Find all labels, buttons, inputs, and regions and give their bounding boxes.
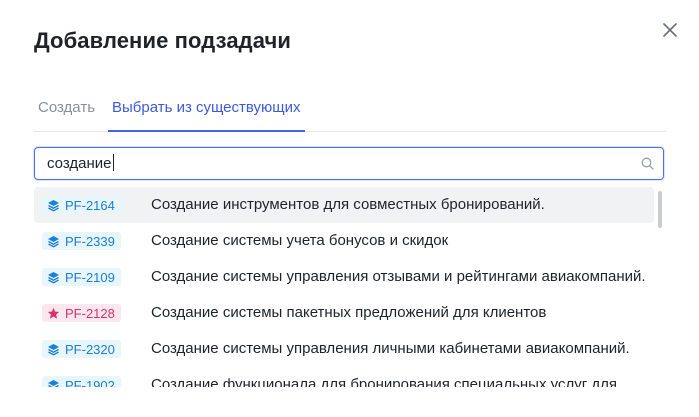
issue-key-badge: PF-2320 (42, 340, 121, 358)
dialog-title: Добавление подзадачи (34, 28, 292, 53)
issue-title: Создание системы учета бонусов и скидок (151, 232, 449, 249)
result-row[interactable]: PF-1902 Создание функционала для брониро… (34, 367, 654, 387)
layers-icon (48, 343, 59, 355)
issue-key-badge: PF-1902 (42, 376, 121, 387)
issue-key-badge: PF-2164 (42, 196, 121, 214)
close-icon (663, 23, 677, 37)
issue-key: PF-2128 (65, 305, 115, 321)
issue-key: PF-2164 (65, 197, 115, 213)
add-subtask-dialog: Добавление подзадачи Создать Выбрать из … (0, 0, 699, 417)
issue-key: PF-2339 (65, 233, 115, 249)
issue-key: PF-2109 (65, 269, 115, 285)
result-row[interactable]: PF-2164 Создание инструментов для совмес… (34, 187, 654, 223)
close-button[interactable] (660, 20, 680, 40)
result-row[interactable]: PF-2320 Создание системы управления личн… (34, 331, 654, 367)
issue-key: PF-1902 (65, 377, 115, 388)
results-scrollbar[interactable] (658, 191, 662, 228)
tab-create[interactable]: Создать (34, 88, 99, 130)
issue-key-badge: PF-2128 (42, 304, 121, 322)
layers-icon (48, 235, 59, 247)
layers-icon (48, 379, 59, 387)
search-icon (641, 157, 654, 170)
issue-title: Создание инструментов для совместных бро… (151, 196, 545, 213)
result-row[interactable]: PF-2339 Создание системы учета бонусов и… (34, 223, 654, 259)
layers-icon (48, 271, 59, 283)
issue-key-badge: PF-2109 (42, 268, 121, 286)
tab-select-existing[interactable]: Выбрать из существующих (108, 88, 305, 132)
search-input[interactable]: создание (34, 147, 664, 180)
layers-icon (48, 199, 59, 211)
results-list[interactable]: PF-2164 Создание инструментов для совмес… (34, 187, 654, 387)
issue-title: Создание системы управления отзывами и р… (151, 268, 646, 285)
issue-title: Создание системы управления личными каби… (151, 340, 630, 357)
issue-title: Создание функционала для бронирования сп… (151, 376, 617, 387)
search-value: создание (47, 155, 112, 172)
text-caret (112, 154, 114, 171)
tab-bar: Создать Выбрать из существующих (34, 88, 666, 132)
star-icon (47, 307, 60, 319)
result-row[interactable]: PF-2128 Создание системы пакетных предло… (34, 295, 654, 331)
issue-key-badge: PF-2339 (42, 232, 121, 250)
result-row[interactable]: PF-2109 Создание системы управления отзы… (34, 259, 654, 295)
issue-title: Создание системы пакетных предложений дл… (151, 304, 547, 321)
issue-key: PF-2320 (65, 341, 115, 357)
